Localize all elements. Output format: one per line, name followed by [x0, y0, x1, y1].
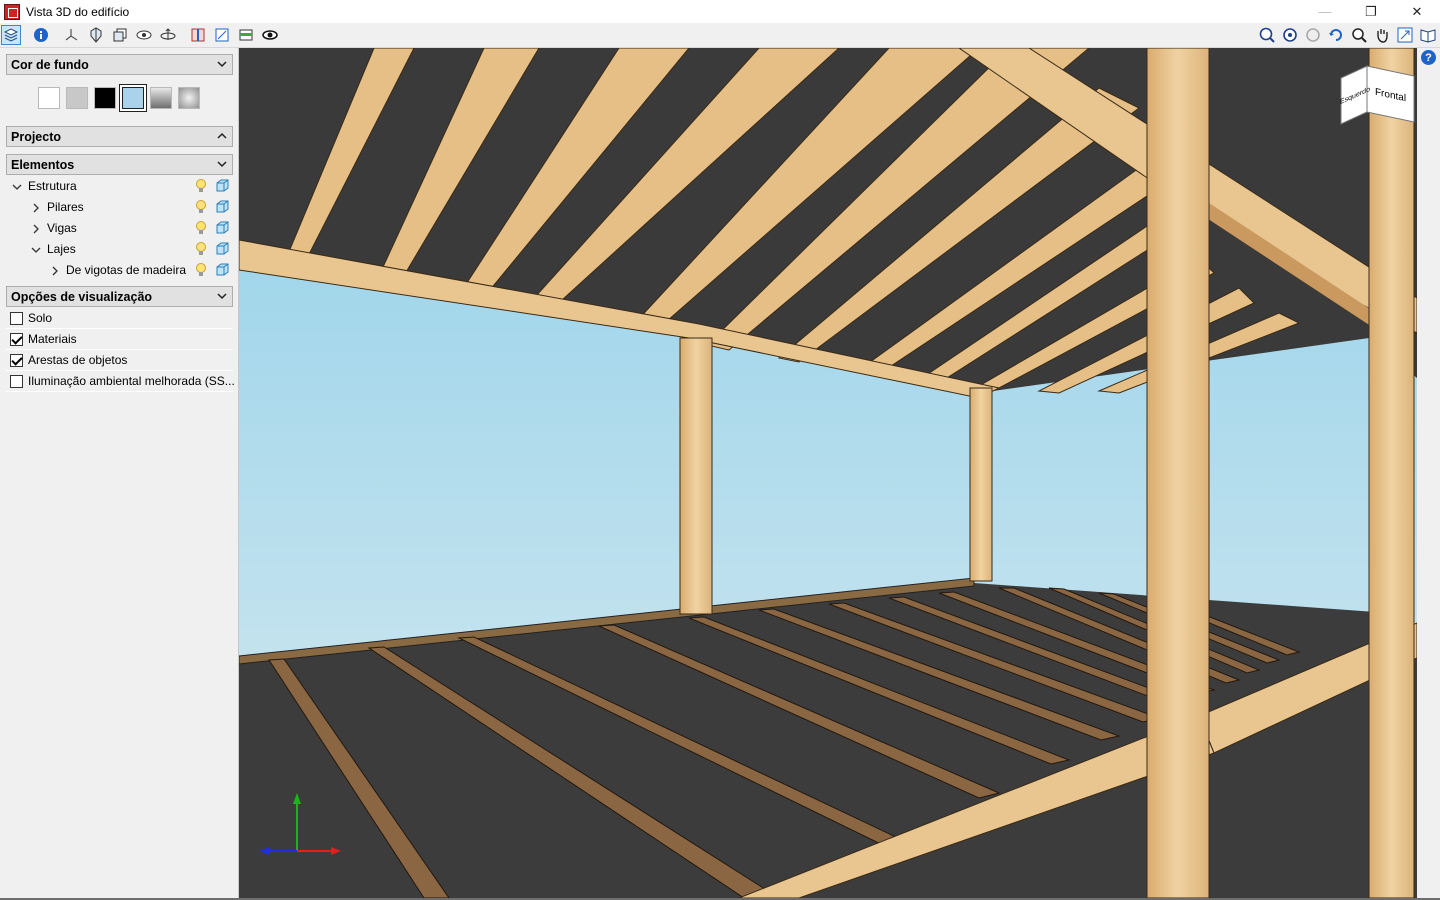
- cube-icon[interactable]: [215, 242, 229, 256]
- axes-icon[interactable]: [61, 25, 81, 45]
- book-icon[interactable]: [1418, 25, 1438, 45]
- project-header[interactable]: Projecto: [6, 126, 233, 147]
- zoom-icon[interactable]: [1349, 25, 1369, 45]
- elements-header[interactable]: Elementos: [6, 154, 233, 175]
- checkbox-materiais[interactable]: [10, 333, 23, 346]
- elements-label: Elementos: [11, 157, 75, 172]
- tree-item-lajes[interactable]: Lajes: [6, 239, 233, 260]
- tree-label: De vigotas de madeira: [66, 263, 187, 277]
- window-title: Vista 3D do edifício: [26, 4, 130, 19]
- project-label: Projecto: [11, 129, 62, 144]
- sidebar: Cor de fundo Projecto Elementos Estrutur…: [0, 48, 239, 900]
- cube-icon[interactable]: [215, 263, 229, 277]
- chevron-down-icon[interactable]: [31, 245, 41, 255]
- zoom-all-icon[interactable]: [1280, 25, 1300, 45]
- layers-icon[interactable]: [1, 25, 21, 45]
- toolbar: [0, 23, 1440, 48]
- option-arestas[interactable]: Arestas de objetos: [6, 350, 233, 371]
- close-button[interactable]: ✕: [1394, 0, 1440, 23]
- option-materiais[interactable]: Materiais: [6, 329, 233, 350]
- chevron-down-icon: [217, 61, 227, 68]
- option-label: Arestas de objetos: [28, 353, 128, 367]
- building-3d-scene[interactable]: [239, 48, 1417, 898]
- fit-icon[interactable]: [1395, 25, 1415, 45]
- view-options-header[interactable]: Opções de visualização: [6, 286, 233, 307]
- zoom-disabled-icon[interactable]: [1303, 25, 1323, 45]
- column-right: [1368, 48, 1415, 898]
- option-label: Materiais: [28, 332, 77, 346]
- background-color-header[interactable]: Cor de fundo: [6, 54, 233, 75]
- tree-label: Vigas: [47, 221, 77, 235]
- cube-icon[interactable]: [215, 200, 229, 214]
- help-icon[interactable]: ?: [1421, 50, 1436, 65]
- eye-icon[interactable]: [260, 25, 280, 45]
- chevron-right-icon[interactable]: [31, 224, 41, 234]
- copy-view-icon[interactable]: [110, 25, 130, 45]
- chevron-right-icon[interactable]: [31, 203, 41, 213]
- title-bar: Vista 3D do edifício — ❐ ✕: [0, 0, 1440, 23]
- tree-item-vigotas[interactable]: De vigotas de madeira: [6, 260, 233, 281]
- right-strip: ?: [1417, 48, 1440, 900]
- lightbulb-icon[interactable]: [195, 242, 207, 256]
- column-left: [679, 337, 713, 615]
- swatch-black[interactable]: [94, 87, 116, 109]
- view-options-label: Opções de visualização: [11, 289, 153, 304]
- orbit-icon[interactable]: [158, 25, 178, 45]
- eye-layers-icon[interactable]: [134, 25, 154, 45]
- zoom-window-icon[interactable]: [212, 25, 232, 45]
- chevron-down-icon: [217, 161, 227, 168]
- option-label: Solo: [28, 311, 53, 325]
- tree-label: Pilares: [47, 200, 84, 214]
- shield-icon[interactable]: [86, 25, 106, 45]
- tree-item-estrutura[interactable]: Estrutura: [6, 176, 233, 197]
- swatch-white[interactable]: [38, 87, 60, 109]
- swatch-gradient-light[interactable]: [178, 87, 200, 109]
- swatch-gradient-grey[interactable]: [150, 87, 172, 109]
- tree-item-vigas[interactable]: Vigas: [6, 218, 233, 239]
- option-solo[interactable]: Solo: [6, 308, 233, 329]
- lightbulb-icon[interactable]: [195, 179, 207, 193]
- rotate-icon[interactable]: [1326, 25, 1346, 45]
- checkbox-arestas[interactable]: [10, 354, 23, 367]
- tree-item-pilares[interactable]: Pilares: [6, 197, 233, 218]
- column-back: [969, 387, 993, 582]
- chevron-down-icon[interactable]: [12, 182, 22, 192]
- app-icon: [4, 3, 20, 20]
- checkbox-iluminacao[interactable]: [10, 375, 23, 388]
- minimize-button[interactable]: —: [1302, 0, 1348, 23]
- option-iluminacao[interactable]: Iluminação ambiental melhorada (SS...: [6, 371, 235, 392]
- cube-icon[interactable]: [215, 179, 229, 193]
- section-icon[interactable]: [188, 25, 208, 45]
- floor-icon[interactable]: [236, 25, 256, 45]
- lightbulb-icon[interactable]: [195, 263, 207, 277]
- lightbulb-icon[interactable]: [195, 200, 207, 214]
- window-controls: — ❐ ✕: [1302, 0, 1440, 23]
- option-label: Iluminação ambiental melhorada (SS...: [28, 374, 235, 388]
- info-icon[interactable]: [31, 25, 51, 45]
- restore-button[interactable]: ❐: [1348, 0, 1394, 23]
- column-front: [1146, 48, 1210, 898]
- zoom-extents-icon[interactable]: [1257, 25, 1277, 45]
- chevron-up-icon: [217, 132, 227, 139]
- chevron-down-icon: [217, 293, 227, 300]
- swatch-grey[interactable]: [66, 87, 88, 109]
- cube-icon[interactable]: [215, 221, 229, 235]
- background-color-label: Cor de fundo: [11, 57, 89, 72]
- tree-label: Estrutura: [28, 179, 77, 193]
- checkbox-solo[interactable]: [10, 312, 23, 325]
- tree-label: Lajes: [47, 242, 76, 256]
- swatch-light-blue[interactable]: [120, 85, 146, 111]
- lightbulb-icon[interactable]: [195, 221, 207, 235]
- pan-icon[interactable]: [1372, 25, 1392, 45]
- chevron-right-icon[interactable]: [50, 266, 60, 276]
- 3d-viewport[interactable]: Esquerdo Frontal: [239, 48, 1417, 898]
